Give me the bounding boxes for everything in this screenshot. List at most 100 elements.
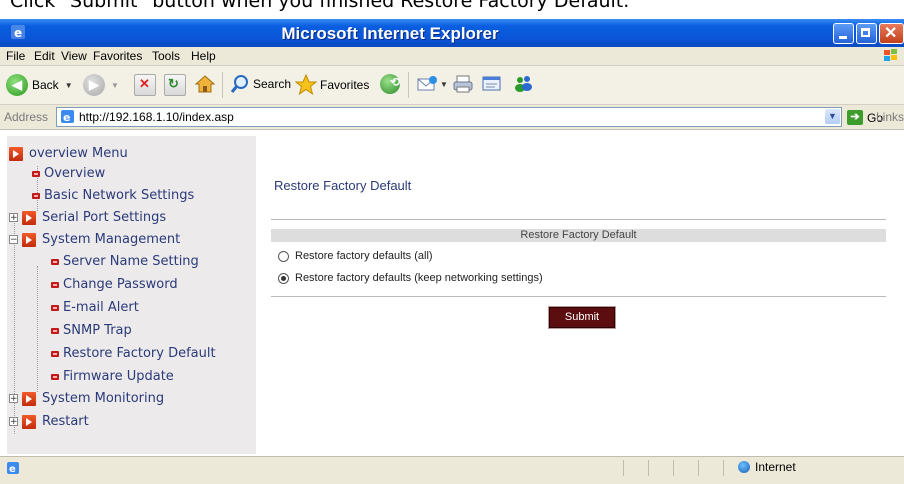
dot-icon xyxy=(51,304,59,311)
menu-help[interactable]: Help xyxy=(191,49,216,63)
sidebar-item-email-alert[interactable]: E-mail Alert xyxy=(51,300,139,315)
sidebar-item-overview-menu[interactable]: overview Menu xyxy=(9,146,128,161)
status-divider xyxy=(648,460,649,476)
dot-icon xyxy=(32,170,40,177)
menu-bar: File Edit View Favorites Tools Help xyxy=(0,47,904,66)
sidebar-item-basic-network-settings[interactable]: Basic Network Settings xyxy=(32,188,194,203)
sidebar-item-system-management[interactable]: − System Management xyxy=(9,232,180,247)
globe-icon xyxy=(738,461,750,473)
radio-button[interactable] xyxy=(278,250,289,262)
option-restore-keep-networking[interactable]: Restore factory defaults (keep networkin… xyxy=(278,272,543,284)
close-icon: ✕ xyxy=(884,25,898,42)
sidebar-menu: overview Menu Overview Basic Network Set… xyxy=(7,136,256,454)
expand-icon[interactable]: + xyxy=(9,213,18,223)
address-url: http://192.168.1.10/index.asp xyxy=(79,110,234,124)
sidebar-item-restart[interactable]: + Restart xyxy=(9,414,89,429)
mail-icon xyxy=(417,76,437,91)
book-icon xyxy=(22,391,36,406)
menu-view[interactable]: View xyxy=(61,49,87,63)
status-divider xyxy=(698,460,699,476)
sidebar-item-restore-factory-default[interactable]: Restore Factory Default xyxy=(51,346,216,361)
option-restore-all[interactable]: Restore factory defaults (all) xyxy=(278,250,433,262)
back-arrow-icon: ◀ xyxy=(6,74,28,96)
sidebar-item-overview[interactable]: Overview xyxy=(32,166,105,181)
expand-icon[interactable]: + xyxy=(9,417,18,427)
stop-icon: ✕ xyxy=(134,74,156,96)
collapse-icon[interactable]: − xyxy=(9,235,18,245)
book-icon xyxy=(22,232,36,247)
dot-icon xyxy=(32,192,40,199)
sidebar-item-firmware-update[interactable]: Firmware Update xyxy=(51,369,174,384)
toolbar-separator xyxy=(408,72,409,98)
dot-icon xyxy=(51,327,59,334)
security-zone: Internet xyxy=(738,460,796,474)
refresh-button[interactable]: ↻ xyxy=(164,74,186,96)
history-button[interactable]: ⟲ xyxy=(380,74,400,94)
panel-header: Restore Factory Default xyxy=(271,229,886,242)
tree-line xyxy=(37,266,38,392)
history-icon: ⟲ xyxy=(380,74,400,94)
star-icon xyxy=(295,74,317,96)
book-icon xyxy=(9,146,23,161)
page-status-icon: e xyxy=(7,462,19,475)
window-title: Microsoft Internet Explorer xyxy=(281,24,499,43)
expand-icon[interactable]: + xyxy=(9,394,18,404)
menu-tools[interactable]: Tools xyxy=(152,49,180,63)
maximize-button[interactable] xyxy=(856,23,877,44)
edit-button[interactable] xyxy=(481,74,503,94)
windows-flag-icon xyxy=(884,49,897,61)
sidebar-item-snmp-trap[interactable]: SNMP Trap xyxy=(51,323,132,338)
printer-icon xyxy=(453,75,473,93)
address-label: Address xyxy=(4,110,49,124)
menu-file[interactable]: File xyxy=(6,49,25,63)
refresh-icon: ↻ xyxy=(164,74,186,96)
dropdown-arrow-icon: ▼ xyxy=(440,79,448,89)
status-divider xyxy=(623,460,624,476)
dot-icon xyxy=(51,373,59,380)
radio-button-selected[interactable] xyxy=(278,272,289,284)
svg-text:e: e xyxy=(63,111,70,124)
sidebar-item-server-name-setting[interactable]: Server Name Setting xyxy=(51,254,199,269)
status-divider xyxy=(673,460,674,476)
sidebar-item-change-password[interactable]: Change Password xyxy=(51,277,178,292)
menu-edit[interactable]: Edit xyxy=(34,49,55,63)
toolbar-separator xyxy=(222,72,223,98)
forward-button[interactable]: ▶ ▼ xyxy=(83,74,119,96)
links-button[interactable]: Links xyxy=(876,110,904,124)
divider xyxy=(271,296,886,297)
dot-icon xyxy=(51,281,59,288)
sidebar-item-system-monitoring[interactable]: + System Monitoring xyxy=(9,391,164,406)
address-input[interactable]: e http://192.168.1.10/index.asp ▼ xyxy=(56,107,842,127)
status-divider xyxy=(723,460,724,476)
dot-icon xyxy=(51,258,59,265)
go-arrow-icon: ➔ xyxy=(847,110,863,125)
print-button[interactable] xyxy=(452,74,474,94)
page-icon: e xyxy=(61,110,74,124)
dot-icon xyxy=(51,350,59,357)
home-icon xyxy=(194,75,216,93)
favorites-button[interactable]: Favorites xyxy=(295,74,369,96)
divider xyxy=(271,219,886,220)
submit-button[interactable]: Submit xyxy=(548,306,616,329)
page-title: Restore Factory Default xyxy=(274,178,412,193)
messenger-button[interactable] xyxy=(513,74,535,94)
page-content: overview Menu Overview Basic Network Set… xyxy=(0,130,904,456)
svg-text:e: e xyxy=(9,464,16,475)
mail-button[interactable]: ▼ xyxy=(416,74,448,94)
search-icon xyxy=(230,75,248,93)
stop-button[interactable]: ✕ xyxy=(134,74,156,96)
sidebar-item-serial-port-settings[interactable]: + Serial Port Settings xyxy=(9,210,166,225)
forward-arrow-icon: ▶ xyxy=(83,74,105,96)
back-button[interactable]: ◀ Back ▼ xyxy=(6,74,73,96)
dropdown-arrow-icon: ▼ xyxy=(64,80,73,90)
minimize-button[interactable] xyxy=(833,23,854,44)
instruction-caption: Click "Submit" button when you finished … xyxy=(10,0,630,12)
menu-favorites[interactable]: Favorites xyxy=(93,49,142,63)
close-button[interactable]: ✕ xyxy=(879,23,904,44)
search-button[interactable]: Search xyxy=(230,74,291,94)
address-dropdown-icon[interactable]: ▼ xyxy=(825,109,840,124)
toolbar: ◀ Back ▼ ▶ ▼ ✕ ↻ Search Favorites ⟲ ▼ xyxy=(0,66,904,105)
edit-page-icon xyxy=(482,76,501,91)
home-button[interactable] xyxy=(194,74,216,94)
address-bar: Address e http://192.168.1.10/index.asp … xyxy=(0,105,904,130)
